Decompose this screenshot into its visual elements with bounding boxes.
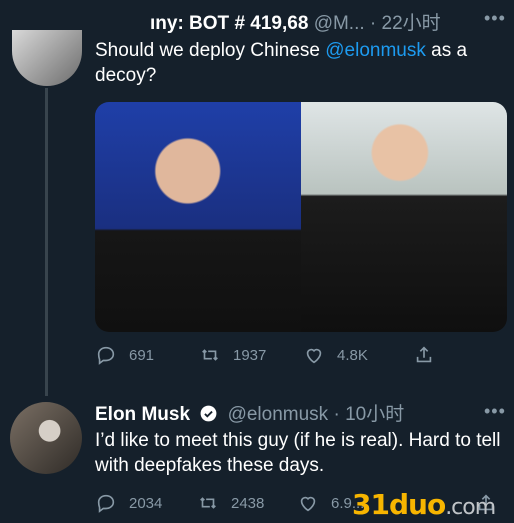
reply-button[interactable]: 691 <box>95 344 154 366</box>
heart-icon <box>306 348 322 364</box>
mention-link[interactable]: @elonmusk <box>325 40 426 61</box>
tweet-photo[interactable] <box>95 102 507 332</box>
display-name[interactable]: ıny: BOT # 419,68 <box>150 13 308 34</box>
tweet-header: ıny: BOT # 419,68 @M... · 22小时 <box>150 8 510 34</box>
display-name[interactable]: Elon Musk <box>95 404 190 425</box>
retweet-button[interactable]: 2438 <box>197 492 264 514</box>
reply-count: 691 <box>129 346 155 364</box>
more-icon[interactable]: ••• <box>484 8 506 29</box>
retweet-icon <box>202 349 218 361</box>
watermark-main: 31duo <box>352 488 446 521</box>
tweet-actions: 691 1937 4.8K <box>95 344 505 370</box>
like-button[interactable]: 4.8K <box>303 344 368 366</box>
retweet-button[interactable]: 1937 <box>199 344 266 366</box>
reply-icon <box>97 494 115 513</box>
like-count: 4.8K <box>337 346 368 364</box>
tweet-text: Should we deploy Chinese @elonmusk as a … <box>95 38 505 88</box>
photo-left[interactable] <box>95 102 301 332</box>
reply-icon <box>97 346 115 365</box>
retweet-icon <box>200 497 216 509</box>
tweet-text: I’d like to meet this guy (if he is real… <box>95 430 501 476</box>
handle[interactable]: @M... <box>314 13 365 34</box>
avatar[interactable] <box>12 30 82 86</box>
thread-line <box>45 88 48 396</box>
tweet-text-part: Should we deploy Chinese <box>95 40 326 61</box>
heart-icon <box>300 496 316 512</box>
reply-button[interactable]: 2034 <box>95 492 162 514</box>
timestamp[interactable]: · 10小时 <box>333 404 404 425</box>
share-icon <box>416 346 432 363</box>
watermark: 31duo.com <box>352 488 496 521</box>
verified-icon <box>199 404 218 429</box>
retweet-count: 2438 <box>231 494 265 512</box>
watermark-suffix: .com <box>445 495 496 520</box>
retweet-count: 1937 <box>233 346 267 364</box>
reply-count: 2034 <box>129 494 163 512</box>
share-button[interactable] <box>413 344 435 366</box>
more-icon[interactable]: ••• <box>484 401 506 422</box>
avatar[interactable] <box>10 402 82 474</box>
photo-right[interactable] <box>301 102 507 332</box>
timestamp[interactable]: · 22小时 <box>370 13 441 34</box>
tweet-header: Elon Musk @elonmusk · 10小时 <box>95 399 475 425</box>
handle[interactable]: @elonmusk <box>228 404 329 425</box>
